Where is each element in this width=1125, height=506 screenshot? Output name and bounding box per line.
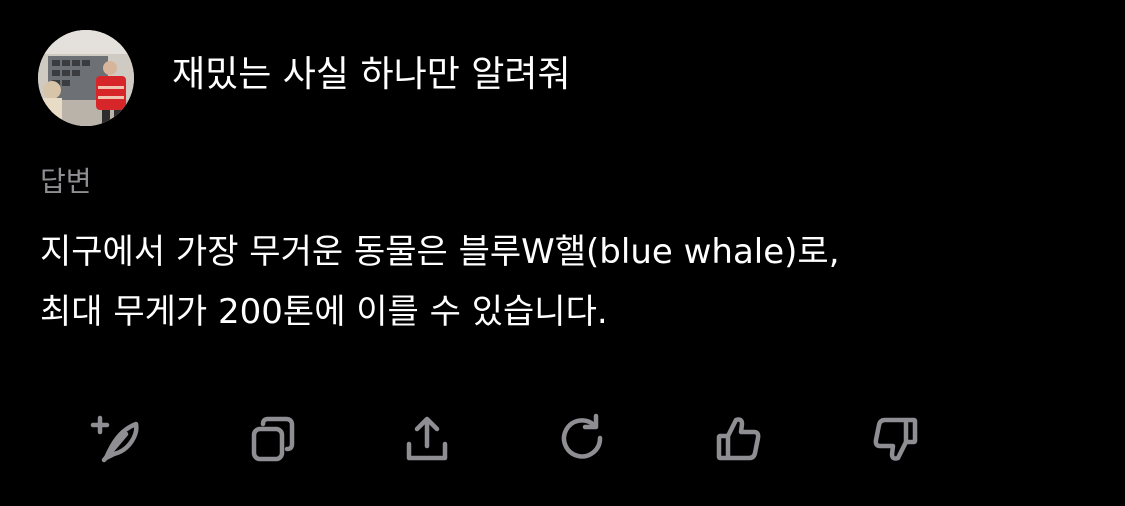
compose-feather-button[interactable] (82, 404, 152, 474)
user-prompt-text: 재밌는 사실 하나만 알려줘 (172, 54, 571, 95)
answer-line: 최대 무게가 200톤에 이를 수 있습니다. (40, 292, 608, 332)
feather-plus-icon (90, 415, 139, 463)
dislike-button[interactable] (860, 404, 930, 474)
copy-icon (251, 416, 295, 462)
regenerate-icon (561, 413, 603, 459)
thumbs-down-icon (873, 417, 918, 461)
answer-label: 답변 (40, 165, 92, 198)
share-icon (406, 416, 448, 461)
like-button[interactable] (704, 404, 774, 474)
regenerate-button[interactable] (548, 404, 618, 474)
action-bar (0, 404, 1125, 474)
answer-line: 지구에서 가장 무거운 동물은 블루W핼(blue whale)로, (40, 232, 840, 272)
answer-body: 지구에서 가장 무거운 동물은 블루W핼(blue whale)로, 최대 무게… (40, 222, 1100, 342)
share-button[interactable] (392, 404, 462, 474)
user-avatar (38, 30, 134, 126)
copy-button[interactable] (238, 404, 308, 474)
thumbs-up-icon (716, 417, 761, 461)
